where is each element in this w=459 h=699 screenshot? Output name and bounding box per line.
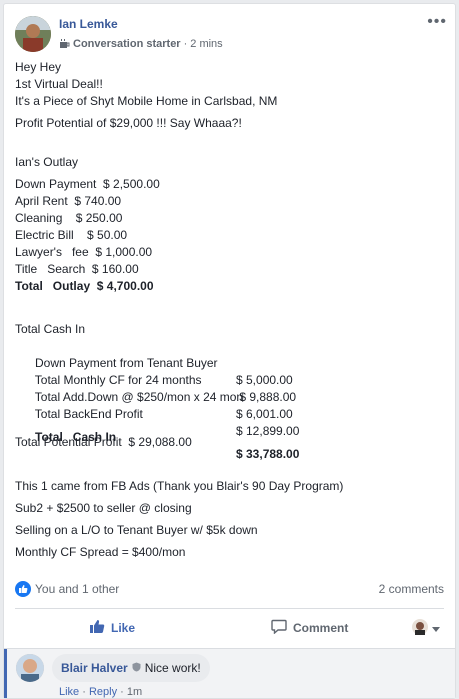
note-line: Sub2 + $2500 to seller @ closing [15,501,192,515]
cash-row: Total Add.Down @ $250/mon x 24 mon $ 6,0… [15,372,447,421]
comment-time[interactable]: 1m [127,686,142,698]
like-button[interactable]: Like [89,619,135,637]
cash-total-label: Total Cash In [35,430,117,444]
post-meta: Conversation starter · 2 mins [59,38,223,50]
post-line: 1st Virtual Deal!! [15,77,103,91]
caret-down-icon [432,621,440,635]
cash-row: Down Payment from Tenant Buyer $ 5,000.0… [15,338,447,387]
note-line: Selling on a L/O to Tenant Buyer w/ $5k … [15,523,258,537]
like-icon [89,619,105,637]
comments-section: Blair Halver Nice work! Like · Reply · 1… [4,649,455,698]
comment-like-link[interactable]: Like [59,686,79,698]
comment-actions: Like · Reply · 1m [59,686,142,698]
cash-total-amount: $ 33,788.00 [236,447,300,461]
comment-button[interactable]: Comment [271,619,348,637]
post-line: Hey Hey [15,60,62,74]
like-label: Like [111,621,136,635]
outlay-item: Cleaning $ 250.00 [15,211,123,225]
outlay-item: Lawyer's fee $ 1,000.00 [15,245,153,259]
commenter-name[interactable]: Blair Halver [61,661,128,675]
note-line: Monthly CF Spread = $400/mon [15,545,186,559]
comment-highlight-bar [4,649,7,698]
post-card: Ian Lemke Conversation starter · 2 mins … [3,3,456,699]
post-body: Hey Hey 1st Virtual Deal!! It's a Piece … [15,59,447,561]
comment-text: Nice work! [144,661,201,675]
badge-label[interactable]: Conversation starter [73,38,181,50]
comment-label: Comment [293,621,349,635]
comment-icon [271,619,287,637]
more-icon[interactable]: ••• [427,14,447,30]
note-line: This 1 came from FB Ads (Thank you Blair… [15,479,344,493]
commenter-avatar[interactable] [16,654,44,682]
author-avatar[interactable] [15,16,51,52]
comment-bubble: Blair Halver Nice work! [52,654,210,682]
comments-count[interactable]: 2 comments [379,582,444,596]
viewer-selector[interactable] [412,618,440,638]
thumbs-up-icon [15,581,31,597]
outlay-item: Down Payment $ 2,500.00 [15,177,160,191]
post-line: Profit Potential of $29,000 !!! Say Whaa… [15,116,242,130]
divider [15,608,444,609]
viewer-avatar [412,618,428,638]
outlay-item: April Rent $ 740.00 [15,194,122,208]
outlay-item: Title Search $ 160.00 [15,262,139,276]
outlay-title: Ian's Outlay [15,155,78,169]
post-time[interactable]: 2 mins [190,38,222,50]
post-header: Ian Lemke Conversation starter · 2 mins … [15,14,447,54]
outlay-total: Total Outlay $ 4,700.00 [15,279,154,293]
shield-icon [132,661,141,675]
comment-reply-link[interactable]: Reply [89,686,117,698]
reaction-bar: You and 1 other 2 comments [15,581,444,599]
author-name[interactable]: Ian Lemke [59,17,118,31]
outlay-item: Electric Bill $ 50.00 [15,228,128,242]
reaction-summary-text[interactable]: You and 1 other [35,582,119,596]
comment-dot: · [82,686,86,698]
cash-row: Total Monthly CF for 24 months $ 9,888.0… [15,355,447,404]
meta-separator: · [183,38,188,50]
cash-row: Total BackEnd Profit $ 12,899.00 [15,389,447,438]
post-line: It's a Piece of Shyt Mobile Home in Carl… [15,94,278,108]
action-bar: Like Comment [15,615,444,641]
cash-title: Total Cash In [15,322,86,336]
comment-dot: · [120,686,124,698]
coffee-badge-icon [59,39,70,49]
cash-total-row: Total Cash In $ 33,788.00 [15,412,447,461]
